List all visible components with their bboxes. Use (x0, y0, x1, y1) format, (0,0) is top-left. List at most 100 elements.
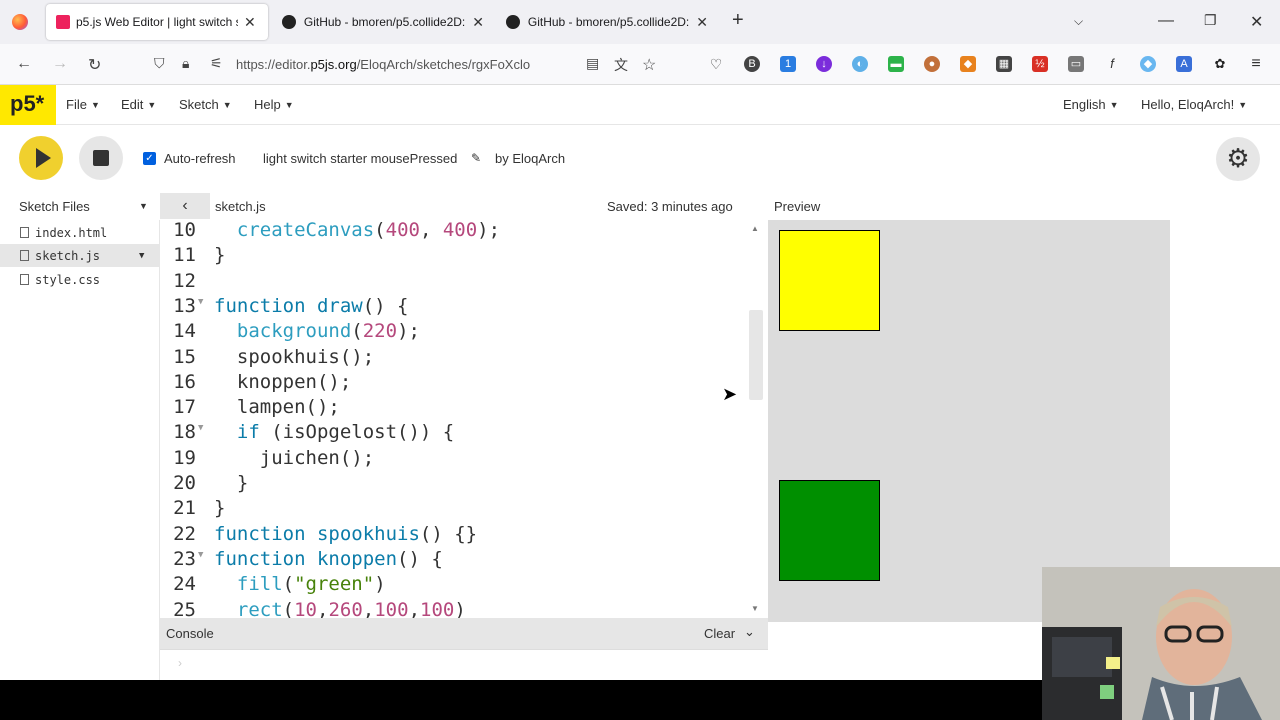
code-line[interactable]: 11} (160, 244, 750, 269)
extension-b-icon[interactable]: B (744, 56, 760, 72)
console-clear-button[interactable]: Clear (704, 626, 735, 641)
menu-help[interactable]: Help ▼ (254, 97, 294, 112)
code-line[interactable]: 20 } (160, 472, 750, 497)
translate-icon[interactable]: 文 (614, 55, 628, 75)
code-line[interactable]: 17 lampen(); (160, 396, 750, 421)
code-line[interactable]: 15 spookhuis(); (160, 346, 750, 371)
console-header[interactable]: Console Clear ⌄ (160, 618, 768, 649)
metamask-icon[interactable]: ◆ (960, 56, 976, 72)
code-line[interactable]: 14 background(220); (160, 320, 750, 345)
preview-header: Preview (768, 190, 1170, 220)
minimize-icon[interactable]: — (1158, 12, 1174, 30)
function-icon[interactable]: f (1104, 56, 1120, 72)
download-extension-icon[interactable]: ↓ (816, 56, 832, 72)
menu-help-label: Help (254, 97, 281, 112)
chevron-down-icon[interactable]: ⌄ (744, 624, 755, 640)
code-line[interactable]: 12 (160, 270, 750, 295)
extension-tag-icon[interactable]: ▭ (1068, 56, 1084, 72)
fold-arrow-icon[interactable]: ▼ (198, 550, 203, 560)
hamburger-menu-icon[interactable]: ≡ (1248, 56, 1264, 72)
translate-extension-icon[interactable]: A (1176, 56, 1192, 72)
line-number: 21 (173, 497, 196, 520)
sketch-canvas[interactable] (768, 220, 1170, 622)
code-line[interactable]: 25 rect(10,260,100,100) (160, 599, 750, 619)
close-icon[interactable]: ✕ (696, 14, 708, 31)
code-editor[interactable]: 10 createCanvas(400, 400); 11} 12 13 ▼ functi… (160, 220, 768, 618)
caret-down-icon[interactable]: ▼ (139, 251, 144, 261)
editor-filename: sketch.js (215, 199, 266, 214)
extension-green-icon[interactable]: ▬ (888, 56, 904, 72)
close-icon[interactable]: ✕ (472, 14, 484, 31)
extension-cookie-icon[interactable]: ● (924, 56, 940, 72)
autorefresh-checkbox[interactable]: ✓ (143, 152, 156, 165)
permissions-icon[interactable]: ⚟ (210, 55, 223, 72)
tab-title: GitHub - bmoren/p5.collide2D: (303, 15, 466, 29)
code-line[interactable]: 24 fill("green") (160, 573, 750, 598)
extension-badge-icon[interactable]: 1 (780, 56, 796, 72)
url-field[interactable]: https://editor.p5js.org/EloqArch/sketche… (236, 57, 530, 72)
window-close-icon[interactable]: ✕ (1250, 12, 1263, 32)
extension-blue-icon[interactable]: ◐ (852, 56, 868, 72)
sketch-name[interactable]: light switch starter mousePressed (263, 151, 457, 166)
scroll-up-icon[interactable]: ▲ (751, 224, 759, 233)
code-text: lampen(); (214, 396, 340, 419)
code-line[interactable]: 13 ▼ function draw() { (160, 295, 750, 320)
restore-icon[interactable]: ❐ (1204, 12, 1217, 29)
editor-scrollbar[interactable]: ▲ ▼ (748, 220, 764, 618)
menu-edit[interactable]: Edit ▼ (121, 97, 156, 112)
extension-drop-icon[interactable]: ◆ (1140, 56, 1156, 72)
close-icon[interactable]: ✕ (244, 14, 256, 31)
tab-list-chevron-icon[interactable]: ⌵ (1074, 14, 1083, 29)
scroll-thumb[interactable] (749, 310, 763, 400)
collapse-sidebar-button[interactable]: ‹ (160, 193, 210, 219)
p5-logo[interactable]: p5* (0, 85, 56, 125)
pencil-icon[interactable]: ✎ (471, 151, 481, 165)
account-menu[interactable]: Hello, EloqArch! ▼ (1141, 97, 1247, 112)
sketch-files-header[interactable]: Sketch Files ▼ (0, 190, 160, 220)
language-menu[interactable]: English ▼ (1063, 97, 1119, 112)
pocket-icon[interactable]: ♡ (708, 56, 724, 72)
play-button[interactable] (19, 136, 63, 180)
settings-gear-button[interactable]: ⚙ (1216, 137, 1260, 181)
code-line[interactable]: 16 knoppen(); (160, 371, 750, 396)
bookmark-star-icon[interactable]: ☆ (642, 55, 656, 75)
line-number: 18 (173, 421, 196, 444)
tab-p5-editor[interactable]: p5.js Web Editor | light switch starte ✕ (46, 4, 268, 40)
code-line[interactable]: 18 ▼ if (isOpgelost()) { (160, 421, 750, 446)
code-line[interactable]: 22 function spookhuis() {} (160, 523, 750, 548)
file-item[interactable]: index.html (0, 221, 160, 244)
extension-leaf-icon[interactable]: ✿ (1212, 56, 1228, 72)
menu-sketch[interactable]: Sketch ▼ (179, 97, 232, 112)
tab-title: p5.js Web Editor | light switch starte (76, 15, 238, 29)
back-arrow-icon[interactable]: ← (16, 55, 32, 73)
code-text: } (214, 497, 226, 520)
forward-arrow-icon[interactable]: → (52, 55, 68, 73)
code-line[interactable]: 19 juichen(); (160, 447, 750, 472)
pdf-extension-icon[interactable]: ½ (1032, 56, 1048, 72)
tab-github-2[interactable]: GitHub - bmoren/p5.collide2D: ✕ (496, 4, 718, 40)
menu-file[interactable]: File ▼ (66, 97, 100, 112)
reload-icon[interactable]: ↻ (88, 55, 101, 75)
extension-card-icon[interactable]: ▦ (996, 56, 1012, 72)
url-prefix: https://editor. (236, 57, 311, 72)
file-item[interactable]: style.css (0, 268, 160, 291)
stop-button[interactable] (79, 136, 123, 180)
code-line[interactable]: 21} (160, 497, 750, 522)
tab-github-1[interactable]: GitHub - bmoren/p5.collide2D: ✕ (272, 4, 494, 40)
new-tab-icon[interactable]: + (732, 9, 744, 32)
line-number: 13 (173, 294, 196, 317)
console-prompt-icon: › (178, 656, 182, 670)
code-line[interactable]: 10 createCanvas(400, 400); (160, 220, 750, 244)
file-item-selected[interactable]: sketch.js ▼ (0, 244, 160, 267)
caret-down-icon[interactable]: ▼ (139, 201, 148, 211)
code-line[interactable]: 23 ▼ function knoppen() { (160, 548, 750, 573)
lock-icon[interactable]: 🔒︎ (182, 55, 189, 72)
fold-arrow-icon[interactable]: ▼ (198, 297, 203, 307)
green-square[interactable] (779, 480, 880, 581)
console-body[interactable]: › (160, 649, 768, 680)
yellow-square[interactable] (779, 230, 880, 331)
fold-arrow-icon[interactable]: ▼ (198, 423, 203, 433)
shield-icon[interactable]: ⛉ (154, 55, 165, 72)
reader-view-icon[interactable]: ▤ (586, 55, 599, 72)
scroll-down-icon[interactable]: ▼ (751, 604, 759, 613)
